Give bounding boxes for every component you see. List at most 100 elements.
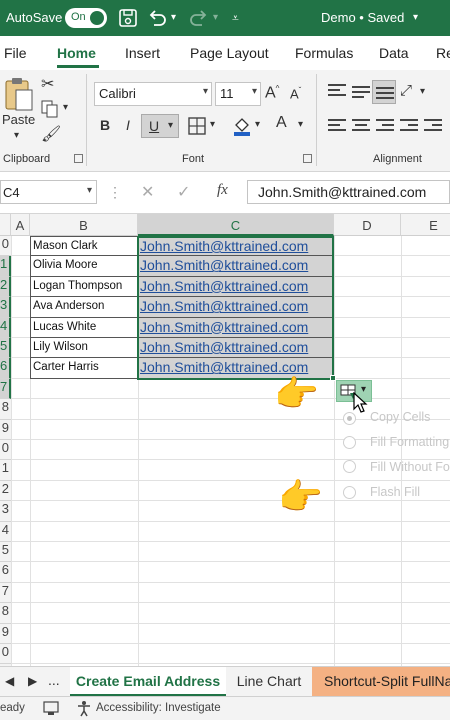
bold-button[interactable]: B bbox=[100, 117, 110, 133]
sheet-tab-shortcut-split-fullname[interactable]: Shortcut-Split FullName bbox=[312, 667, 450, 697]
row-header[interactable]: 6 bbox=[0, 562, 11, 583]
row-header[interactable]: 0 bbox=[0, 440, 11, 461]
accessibility-icon[interactable] bbox=[76, 700, 92, 717]
worksheet-grid[interactable]: A B C D E 0123456789012345678901 Mason C… bbox=[0, 214, 450, 666]
align-right-icon[interactable] bbox=[376, 119, 394, 133]
font-name-combo[interactable]: Calibri ▾ bbox=[94, 82, 212, 106]
increase-indent-icon[interactable] bbox=[424, 119, 442, 133]
copy-icon[interactable] bbox=[41, 100, 59, 118]
row-header[interactable]: 1 bbox=[0, 256, 11, 277]
font-launcher-icon[interactable] bbox=[303, 154, 312, 163]
borders-dropdown-icon[interactable]: ▾ bbox=[210, 119, 215, 130]
more-sheets-button[interactable]: ... bbox=[48, 672, 60, 688]
radio-flash-fill[interactable] bbox=[343, 486, 356, 499]
sheet-tab-line-chart[interactable]: Line Chart bbox=[228, 667, 310, 697]
macro-recording-icon[interactable] bbox=[43, 701, 59, 716]
row-header[interactable]: 5 bbox=[0, 338, 11, 359]
cancel-entry-icon[interactable]: ✕ bbox=[141, 182, 154, 202]
clipboard-launcher-icon[interactable] bbox=[74, 154, 83, 163]
row-header[interactable]: 2 bbox=[0, 480, 11, 502]
redo-dropdown-icon[interactable]: ▾ bbox=[213, 12, 218, 23]
confirm-entry-icon[interactable]: ✓ bbox=[177, 182, 190, 202]
cell-name[interactable]: Ava Anderson bbox=[30, 297, 138, 318]
redo-icon[interactable] bbox=[188, 7, 210, 29]
row-header[interactable]: 7 bbox=[0, 582, 11, 604]
row-header[interactable]: 7 bbox=[0, 378, 11, 400]
cell-name[interactable]: Olivia Moore bbox=[30, 256, 138, 277]
row-header[interactable]: 4 bbox=[0, 521, 11, 542]
cell-email[interactable]: John.Smith@kttrained.com bbox=[138, 256, 333, 277]
orientation-icon[interactable]: ⤢ bbox=[400, 82, 412, 99]
font-color-dropdown-icon[interactable]: ▾ bbox=[298, 119, 303, 130]
insert-function-button[interactable]: fx bbox=[217, 182, 228, 199]
row-header[interactable]: 8 bbox=[0, 603, 11, 624]
align-middle-icon[interactable] bbox=[352, 86, 370, 100]
autosave-toggle[interactable]: On bbox=[65, 8, 107, 28]
menu-item-fill-formatting-only[interactable]: Fill Formatting Only bbox=[370, 435, 450, 449]
document-title[interactable]: Demo • Saved bbox=[321, 10, 404, 25]
row-header[interactable]: 3 bbox=[0, 501, 11, 522]
tab-insert[interactable]: Insert bbox=[125, 45, 160, 61]
cell-email[interactable]: John.Smith@kttrained.com bbox=[138, 297, 333, 318]
row-header[interactable]: 1 bbox=[0, 460, 11, 481]
sheet-prev-icon[interactable]: ◀ bbox=[5, 674, 14, 688]
customize-toolbar-icon[interactable]: ⩡ bbox=[232, 11, 239, 26]
row-header[interactable]: 9 bbox=[0, 419, 11, 440]
accessibility-status[interactable]: Accessibility: Investigate bbox=[96, 702, 221, 714]
tab-file[interactable]: File bbox=[4, 45, 27, 61]
font-color-button[interactable]: A bbox=[276, 114, 287, 132]
borders-icon[interactable] bbox=[188, 117, 206, 135]
cell-email[interactable]: John.Smith@kttrained.com bbox=[138, 276, 333, 298]
paste-label[interactable]: Paste bbox=[2, 112, 35, 127]
increase-font-icon[interactable]: A^ bbox=[265, 84, 279, 102]
tab-review[interactable]: Re bbox=[436, 45, 450, 61]
menu-item-copy-cells[interactable]: Copy Cells bbox=[370, 410, 430, 424]
row-header[interactable]: 2 bbox=[0, 276, 11, 298]
radio-fill-without-formatting[interactable] bbox=[343, 460, 356, 473]
align-center-icon[interactable] bbox=[352, 119, 370, 133]
tab-formulas[interactable]: Formulas bbox=[295, 45, 353, 61]
radio-fill-formatting-only[interactable] bbox=[343, 436, 356, 449]
sheet-tab-create-email-address[interactable]: Create Email Address bbox=[70, 667, 226, 697]
column-header-a[interactable]: A bbox=[11, 214, 30, 236]
row-header[interactable]: 6 bbox=[0, 358, 11, 379]
row-header[interactable]: 4 bbox=[0, 317, 11, 338]
paste-dropdown-icon[interactable]: ▾ bbox=[14, 130, 19, 141]
undo-icon[interactable] bbox=[146, 7, 168, 29]
column-header-b[interactable]: B bbox=[30, 214, 138, 236]
row-header[interactable]: 0 bbox=[0, 236, 11, 257]
row-header[interactable]: 9 bbox=[0, 623, 11, 644]
select-all-corner[interactable] bbox=[0, 214, 11, 236]
cell-email[interactable]: John.Smith@kttrained.com bbox=[138, 338, 333, 359]
cell-name[interactable]: Mason Clark bbox=[30, 236, 138, 257]
decrease-font-icon[interactable]: Aˇ bbox=[290, 86, 301, 101]
tab-data[interactable]: Data bbox=[379, 45, 409, 61]
row-header[interactable]: 8 bbox=[0, 399, 11, 420]
sheet-next-icon[interactable]: ▶ bbox=[28, 674, 37, 688]
title-dropdown-icon[interactable]: ▾ bbox=[413, 12, 418, 23]
undo-dropdown-icon[interactable]: ▾ bbox=[171, 12, 176, 23]
align-bottom-button[interactable] bbox=[372, 80, 396, 104]
cell-email[interactable]: John.Smith@kttrained.com bbox=[138, 236, 333, 257]
orientation-dropdown-icon[interactable]: ▾ bbox=[420, 86, 425, 97]
cell-name[interactable]: Lucas White bbox=[30, 317, 138, 338]
formula-input[interactable]: John.Smith@kttrained.com bbox=[247, 180, 450, 204]
save-icon[interactable] bbox=[117, 7, 139, 29]
cut-icon[interactable]: ✂ bbox=[41, 74, 54, 94]
align-left-icon[interactable] bbox=[328, 119, 346, 133]
copy-dropdown-icon[interactable]: ▾ bbox=[63, 102, 68, 113]
cell-name[interactable]: Logan Thompson bbox=[30, 276, 138, 298]
decrease-indent-icon[interactable] bbox=[400, 119, 418, 133]
align-top-icon[interactable] bbox=[328, 84, 346, 98]
row-header[interactable]: 3 bbox=[0, 297, 11, 318]
tab-home[interactable]: Home bbox=[57, 45, 96, 61]
menu-item-flash-fill[interactable]: Flash Fill bbox=[370, 485, 420, 499]
paste-icon[interactable] bbox=[4, 76, 34, 112]
row-header[interactable]: 0 bbox=[0, 644, 11, 665]
tab-page-layout[interactable]: Page Layout bbox=[190, 45, 269, 61]
radio-copy-cells[interactable] bbox=[343, 412, 356, 425]
row-header[interactable]: 5 bbox=[0, 542, 11, 563]
cell-email[interactable]: John.Smith@kttrained.com bbox=[138, 317, 333, 338]
fill-color-icon[interactable] bbox=[232, 115, 252, 137]
cell-name[interactable]: Lily Wilson bbox=[30, 338, 138, 359]
